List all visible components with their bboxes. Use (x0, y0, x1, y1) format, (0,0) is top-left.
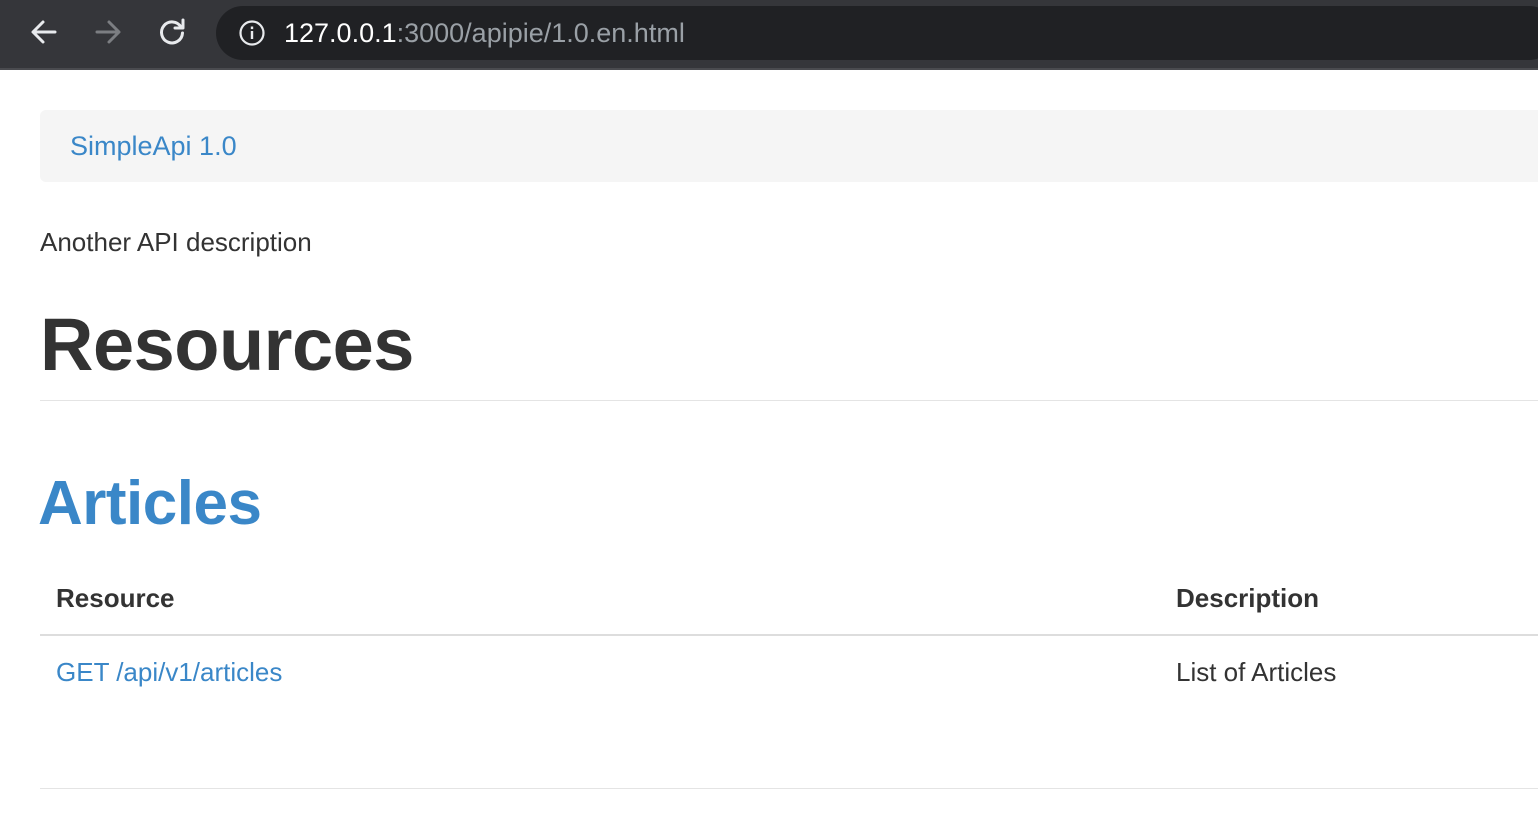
address-bar[interactable]: 127.0.0.1:3000/apipie/1.0.en.html (216, 6, 1538, 60)
arrow-left-icon (31, 20, 57, 44)
brand-link[interactable]: SimpleApi 1.0 (70, 130, 237, 162)
arrow-right-icon (95, 20, 121, 44)
table-header-divider (40, 634, 1538, 636)
info-circle-icon[interactable] (238, 19, 266, 47)
top-navbar: SimpleApi 1.0 (40, 110, 1538, 182)
url-text[interactable]: 127.0.0.1:3000/apipie/1.0.en.html (284, 18, 685, 48)
footer-divider (40, 788, 1538, 789)
resource-description: List of Articles (1176, 657, 1337, 687)
reload-button[interactable] (152, 12, 192, 52)
page-title: Resources (40, 303, 414, 386)
table-header-description: Description (1176, 583, 1320, 613)
url-path: :3000/apipie/1.0.en.html (396, 18, 685, 48)
table-header-resource: Resource (56, 583, 175, 613)
resource-link-get-articles[interactable]: GET /api/v1/articles (56, 656, 282, 688)
forward-button[interactable] (88, 12, 128, 52)
back-button[interactable] (24, 12, 64, 52)
section-title-articles[interactable]: Articles (38, 466, 262, 542)
title-divider (40, 400, 1538, 401)
url-host: 127.0.0.1 (284, 18, 397, 48)
browser-toolbar: 127.0.0.1:3000/apipie/1.0.en.html (0, 0, 1538, 70)
reload-icon (160, 18, 185, 45)
api-description: Another API description (40, 227, 312, 257)
